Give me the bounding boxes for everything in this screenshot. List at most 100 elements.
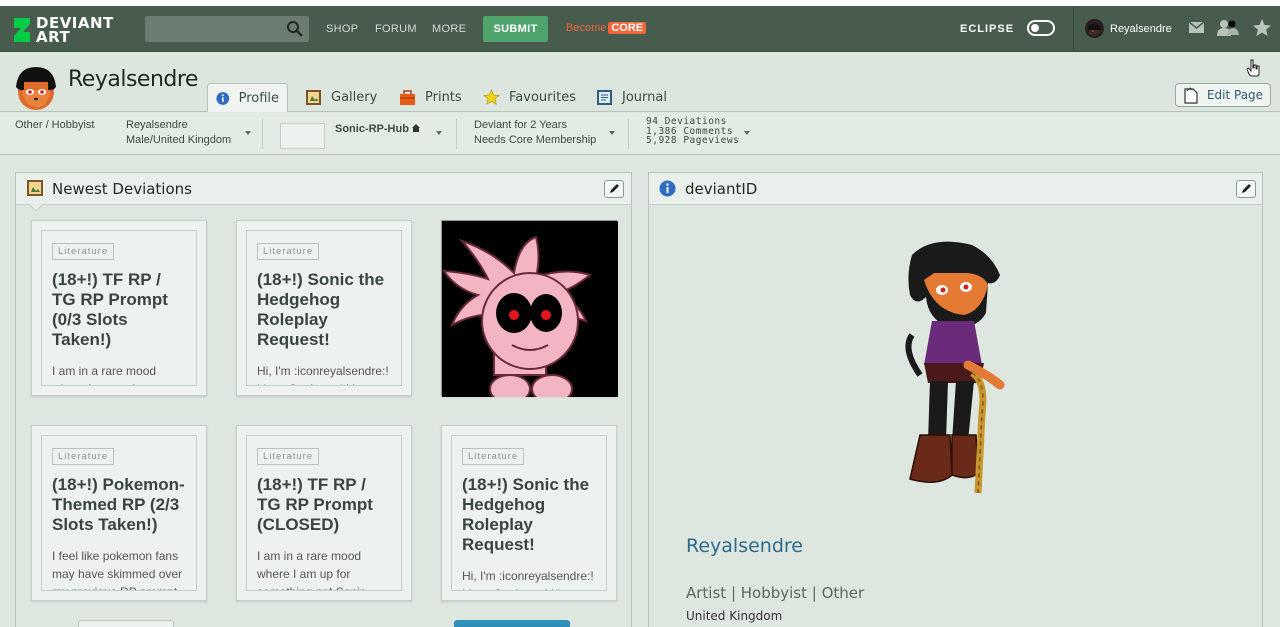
divider [628,119,629,149]
nav-shop[interactable]: SHOP [326,23,358,35]
user-details[interactable]: Reyalsendre Male/United Kingdom [126,118,231,148]
deviantid-panel: deviantID Reyalsendre Artist | Hobbyist … [648,172,1263,627]
star-icon [483,89,500,105]
become-label: Become [566,22,607,34]
deviantart-logo[interactable]: DEVIANT ART [12,14,124,46]
mail-icon[interactable] [1188,20,1205,34]
deviation-excerpt: I feel like pokemon fans may have skimme… [52,549,183,590]
name-text: Reyalsendre [126,119,188,131]
more-button[interactable] [454,620,570,627]
group-link[interactable]: Sonic-RP-Hub [335,122,421,137]
edit-page-label: Edit Page [1206,88,1264,102]
avatar[interactable] [12,65,60,113]
divider [456,119,457,149]
category-text: Other / Hobbyist [15,119,95,131]
location-text: United Kingdom [686,609,783,623]
prints-icon [400,90,415,105]
deviation-excerpt: Hi, I'm :iconreyalsendre:! I love Sonic … [462,569,594,590]
nav-more[interactable]: MORE [432,23,466,35]
tab-prints[interactable]: Prints [399,83,462,112]
amy-rose-exe-image [442,221,618,404]
group-name: Sonic-RP-Hub [335,123,409,135]
pointer-arrow [29,204,43,212]
panel-header: Newest Deviations [16,173,631,205]
divider [262,119,263,149]
core-badge: CORE [608,22,647,34]
tab-journal[interactable]: Journal [596,83,667,112]
tab-profile[interactable]: Profile [207,83,288,112]
tab-label: Gallery [331,90,378,105]
watch-icon[interactable] [1216,19,1240,37]
tab-label: Prints [425,90,462,105]
edit-icon[interactable] [604,180,624,198]
tab-favourites[interactable]: Favourites [483,83,576,112]
deviation-card[interactable]: Literature (18+!) Pokemon-Themed RP (2/3… [31,425,207,601]
browse-gallery-button[interactable] [78,620,174,627]
deviation-card[interactable]: Literature (18+!) TF RP / TG RP Prompt (… [236,425,412,601]
logo-line-2: ART [36,28,71,46]
profile-info-bar: Other / Hobbyist Reyalsendre Male/United… [0,113,1280,155]
search-input[interactable] [145,16,309,42]
info-icon [216,91,230,105]
chevron-down-icon[interactable] [436,131,442,135]
deviation-card[interactable]: Literature (18+!) TF RP / TG RP Prompt (… [31,220,207,396]
top-navigation-bar: DEVIANT ART SHOP FORUM MORE SUBMIT Become… [0,6,1280,52]
journal-icon [597,90,612,105]
group-thumbnail[interactable] [280,123,325,149]
panel-title: deviantID [685,180,758,198]
gallery-icon [27,180,43,196]
deviantart-logo-icon [14,18,30,42]
avatar [1085,19,1104,38]
deviation-title: (18+!) Sonic the Hedgehog Roleplay Reque… [462,475,590,554]
deviation-excerpt: I am in a rare mood where I am up for so… [257,549,366,590]
topbar-username: Reyalsendre [1110,22,1172,35]
toggle-knob [1031,24,1039,32]
nav-forum[interactable]: FORUM [375,23,417,35]
character-illustration [905,241,1005,494]
deviant-for-text: Deviant for 2 Years [474,119,567,131]
membership-details[interactable]: Deviant for 2 Years Needs Core Membershi… [474,118,596,148]
category-badge: Literature [462,448,525,465]
chevron-down-icon[interactable] [744,131,750,135]
newest-deviations-panel: Newest Deviations Literature (18+!) TF R… [15,172,632,627]
deviation-image-card[interactable] [441,220,618,404]
pageviews-count: 5,928 Pageviews [646,135,740,146]
eclipse-label: ECLIPSE [960,23,1015,35]
tab-gallery[interactable]: Gallery [305,83,377,112]
deviant-name-link[interactable]: Reyalsendre [686,535,803,557]
stats[interactable]: 94 Deviations 1,386 Comments 5,928 Pagev… [646,117,739,146]
deviation-excerpt: I am in a rare mood where I am up for so… [52,364,157,385]
category-badge: Literature [257,243,320,260]
tab-label: Profile [238,90,279,106]
info-icon [659,180,676,197]
edit-page-button[interactable]: Edit Page [1175,83,1271,107]
user-menu[interactable]: Reyalsendre [1085,19,1172,38]
become-core-link[interactable]: Become CORE [566,22,647,34]
deviation-title: (18+!) TF RP / TG RP Prompt (CLOSED) [257,475,373,534]
tab-label: Favourites [509,90,576,105]
chevron-down-icon[interactable] [245,131,251,135]
star-icon[interactable] [1252,18,1272,37]
deviation-card[interactable]: Literature (18+!) Sonic the Hedgehog Rol… [236,220,412,396]
deviation-title: (18+!) Sonic the Hedgehog Roleplay Reque… [257,270,385,349]
deviation-excerpt: Hi, I'm :iconreyalsendre:! I love Sonic … [257,364,389,385]
edit-icon[interactable] [1236,180,1256,198]
page-icon [1184,86,1198,104]
gallery-icon [306,90,321,105]
category-badge: Literature [52,243,115,260]
eclipse-toggle[interactable] [1027,20,1055,36]
hand-cursor-icon [1246,59,1260,77]
submit-button[interactable]: SUBMIT [483,16,548,42]
deviation-title: (18+!) Pokemon-Themed RP (2/3 Slots Take… [52,475,185,534]
panel-header: deviantID [649,173,1262,205]
home-icon [412,124,421,132]
deviation-card[interactable]: Literature (18+!) Sonic the Hedgehog Rol… [441,425,617,601]
search-icon[interactable] [286,20,304,38]
page-title: Reyalsendre [68,67,198,92]
chevron-down-icon[interactable] [609,131,615,135]
category-badge: Literature [52,448,115,465]
deviation-title: (18+!) TF RP / TG RP Prompt (0/3 Slots T… [52,270,168,349]
membership-text: Needs Core Membership [474,134,597,146]
location-text: Male/United Kingdom [126,134,232,146]
category-badge: Literature [257,448,320,465]
